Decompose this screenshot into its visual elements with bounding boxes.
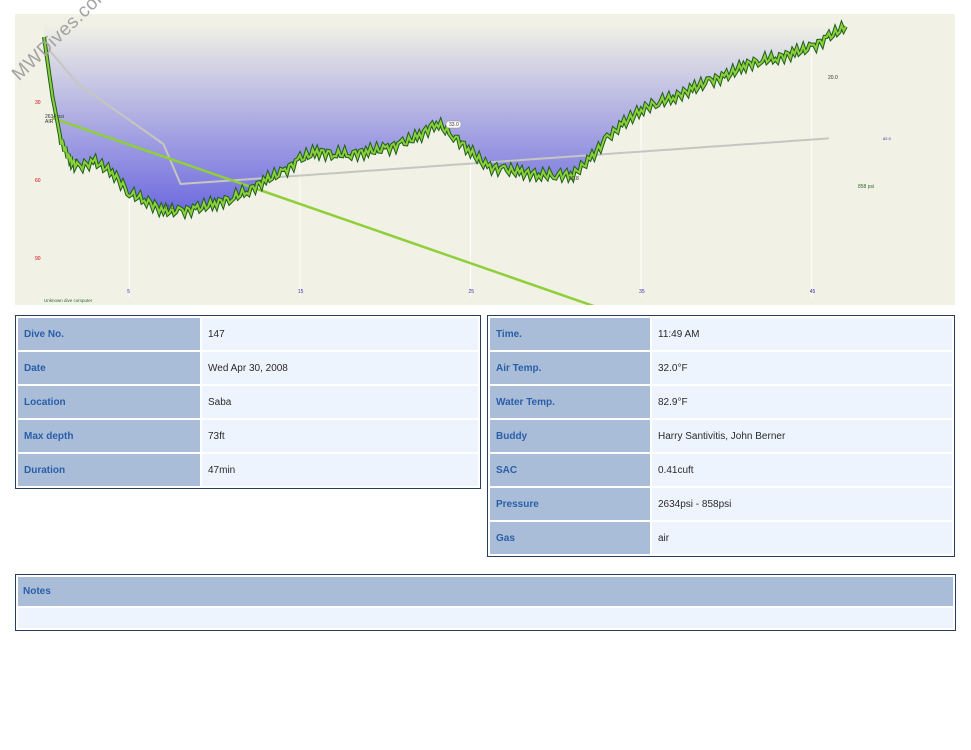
y-tick-label: 30 [35, 100, 41, 106]
x-tick-label: 15 [298, 289, 304, 295]
table-row: Time. 11:49 AM [490, 318, 952, 350]
notes-body [18, 608, 953, 628]
pressure-label: Pressure [490, 488, 650, 520]
dive-computer-label: Unknown dive computer [44, 298, 93, 303]
peak-marker: 33.0 [449, 122, 459, 128]
air-temp-label: Air Temp. [490, 352, 650, 384]
dive-profile-chart: 30 60 90 5 15 25 35 45 2634 psi AIR 72.0 33.0 … [15, 14, 955, 305]
table-row: Gas air [490, 522, 952, 554]
pressure-value: 2634psi - 858psi [652, 488, 952, 520]
dive-no-label: Dive No. [18, 318, 200, 350]
temperature-label: 82.9 [883, 136, 892, 141]
y-tick-label: 60 [35, 178, 41, 184]
water-temp-label: Water Temp. [490, 386, 650, 418]
duration-value: 47min [202, 454, 478, 486]
x-tick-label: 35 [639, 289, 645, 295]
air-temp-value: 32.0°F [652, 352, 952, 384]
time-label: Time. [490, 318, 650, 350]
dive-info-table: Dive No. 147 Date Wed Apr 30, 2008 Locat… [15, 315, 481, 489]
time-value: 11:49 AM [652, 318, 952, 350]
y-tick-label: 90 [35, 256, 41, 262]
sac-value: 0.41cuft [652, 454, 952, 486]
duration-label: Duration [18, 454, 200, 486]
date-value: Wed Apr 30, 2008 [202, 352, 478, 384]
table-row: Dive No. 147 [18, 318, 478, 350]
depth-area [44, 24, 846, 215]
conditions-table: Time. 11:49 AM Air Temp. 32.0°F Water Te… [487, 315, 955, 557]
max-depth-label: Max depth [18, 420, 200, 452]
max-depth-marker: 72.0 [164, 205, 174, 211]
location-value: Saba [202, 386, 478, 418]
dive-no-value: 147 [202, 318, 478, 350]
water-temp-value: 82.9°F [652, 386, 952, 418]
table-row: Location Saba [18, 386, 478, 418]
table-row: Pressure 2634psi - 858psi [490, 488, 952, 520]
shallow-depth-marker: 20.0 [828, 75, 838, 81]
table-row: Water Temp. 82.9°F [490, 386, 952, 418]
gas-value: air [652, 522, 952, 554]
table-row: Buddy Harry Santivitis, John Berner [490, 420, 952, 452]
table-row: Duration 47min [18, 454, 478, 486]
max-depth-value: 73ft [202, 420, 478, 452]
notes-header: Notes [18, 577, 953, 606]
buddy-label: Buddy [490, 420, 650, 452]
date-label: Date [18, 352, 200, 384]
table-row: Air Temp. 32.0°F [490, 352, 952, 384]
table-row: Max depth 73ft [18, 420, 478, 452]
notes-section: Notes [15, 574, 956, 631]
x-tick-label: 45 [810, 289, 816, 295]
dive-profile-svg: 306090 5 15 25 35 45 2634 psi AIR 72.0 33.0 … [35, 19, 892, 305]
sac-label: SAC [490, 454, 650, 486]
x-tick-label: 5 [127, 289, 130, 295]
x-tick-label: 25 [469, 289, 475, 295]
end-pressure-label: 858 psi [858, 184, 874, 190]
table-row: Date Wed Apr 30, 2008 [18, 352, 478, 384]
location-label: Location [18, 386, 200, 418]
mid-depth-marker: 50.8 [569, 176, 579, 182]
table-row: SAC 0.41cuft [490, 454, 952, 486]
gas-label: AIR [45, 119, 54, 125]
buddy-value: Harry Santivitis, John Berner [652, 420, 952, 452]
gas-label-cell: Gas [490, 522, 650, 554]
